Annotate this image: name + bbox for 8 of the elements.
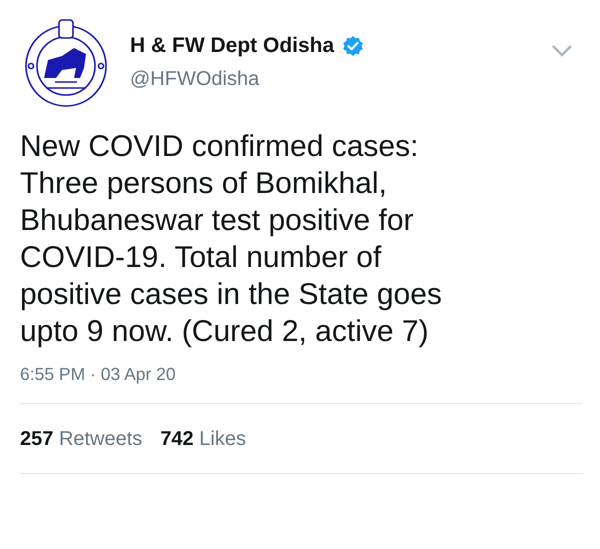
emblem-icon xyxy=(22,16,110,108)
account-name[interactable]: H & FW Dept Odisha xyxy=(130,34,334,58)
stat-link[interactable]: 257 Retweets xyxy=(20,428,142,451)
tweet-timestamp: 6:55 PM · 03 Apr 20 xyxy=(20,364,177,385)
tweet-text: New COVID confirmed cases: Three persons of Bomikhal, Bhubaneswar test positive for COVID-19. Total number of positive cases in the State goes upto 9 now. (Cured 2, active 7) xyxy=(20,129,443,350)
account-handle[interactable]: @HFWOdisha xyxy=(130,68,551,91)
stat-link[interactable]: 742 Likes xyxy=(160,428,246,451)
chevron-down-icon[interactable] xyxy=(551,44,573,58)
